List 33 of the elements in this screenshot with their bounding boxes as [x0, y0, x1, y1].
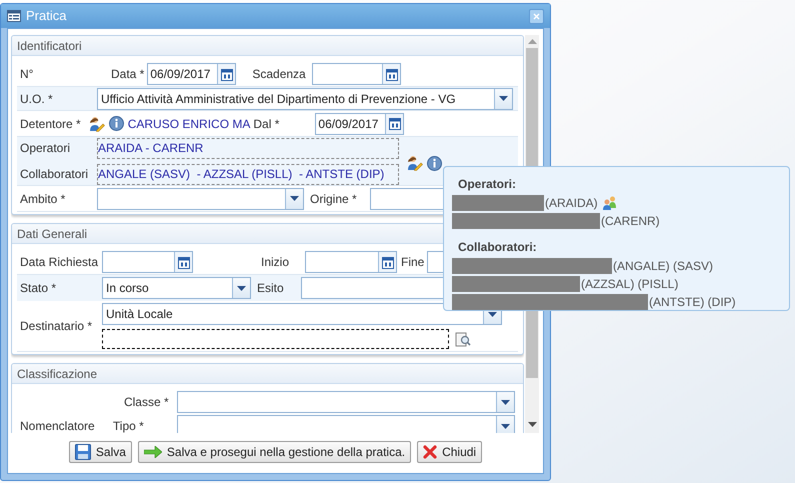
operator-code: (CARENR): [601, 213, 660, 230]
section-title: Dati Generali: [17, 226, 88, 242]
field-label: Nomenclatore: [20, 419, 95, 433]
field-label: Data *: [111, 67, 144, 81]
section-title: Identificatori: [17, 38, 82, 54]
operator-code: (ANTSTE) (DIP): [649, 294, 736, 311]
field-label: Fine: [401, 255, 424, 269]
field-label: Stato *: [20, 281, 56, 295]
field-label: Tipo *: [112, 419, 144, 433]
field-label: Origine *: [310, 192, 357, 206]
operator-code: (ARAIDA): [545, 195, 598, 212]
field-label: Dal *: [253, 116, 280, 130]
tooltip-heading: Collaboratori:: [457, 239, 538, 256]
field-label: Operatori: [20, 141, 70, 155]
field-label: U.O. *: [20, 92, 53, 106]
field-label: Collaboratori: [20, 167, 88, 181]
field-label: Ambito *: [20, 192, 66, 206]
operator-code: (ANGALE) (SASV): [613, 258, 714, 275]
readonly-field: ANGALE (SASV) - AZZSAL (PISLL) - ANTSTE (DIP): [97, 164, 399, 184]
holder-name: CARUSO ENRICO MA: [128, 116, 250, 132]
section-title: Classificazione: [17, 366, 98, 382]
tooltip-heading: Operatori:: [457, 176, 518, 193]
field-label: Data Richiesta: [20, 255, 98, 269]
field-label: Destinatario *: [20, 319, 92, 333]
window-title: Pratica: [26, 7, 68, 26]
readonly-field: ARAIDA - CARENR: [97, 138, 399, 158]
field-label: Scadenza: [252, 67, 306, 81]
field-label: Esito: [257, 281, 284, 295]
field-label: N°: [20, 67, 34, 81]
field-label: Detentore *: [20, 116, 81, 130]
field-label: Classe *: [124, 395, 169, 409]
operator-code: (AZZSAL) (PISLL): [581, 276, 678, 293]
field-label: Inizio: [261, 255, 290, 269]
